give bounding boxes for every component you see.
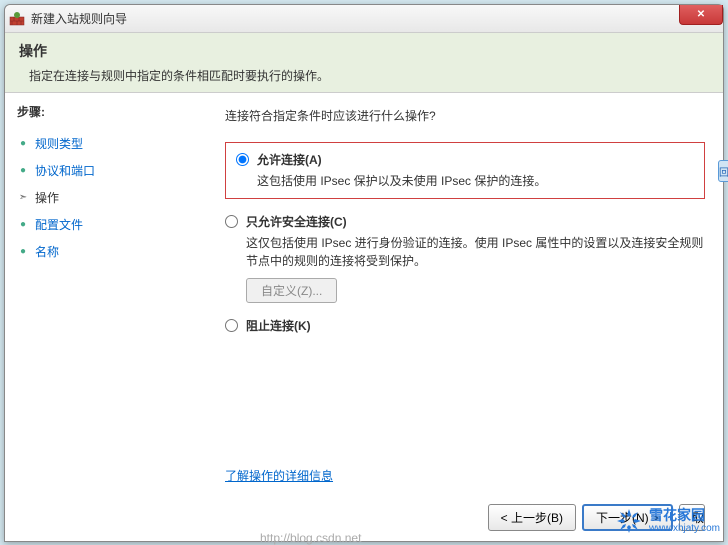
option-allow-secure-label[interactable]: 只允许安全连接(C) <box>246 213 347 230</box>
bullet-todo-icon: ● <box>17 219 29 231</box>
watermark: 雪花家园 www.xhjaty.com <box>615 507 720 535</box>
bullet-done-icon: ● <box>17 138 29 150</box>
steps-sidebar: 步骤: ● 规则类型 ● 协议和端口 ➣ 操作 ● 配置文件 ● 名称 <box>5 93 207 541</box>
edge-tab[interactable]: 回 <box>718 160 728 182</box>
header-panel: 操作 指定在连接与规则中指定的条件相匹配时要执行的操作。 <box>5 33 723 93</box>
watermark-url: www.xhjaty.com <box>649 523 720 534</box>
bullet-done-icon: ● <box>17 165 29 177</box>
step-label: 操作 <box>35 189 59 206</box>
radio-block[interactable] <box>225 319 238 332</box>
close-button[interactable] <box>679 5 723 25</box>
page-description: 指定在连接与规则中指定的条件相匹配时要执行的操作。 <box>19 67 709 84</box>
customize-button: 自定义(Z)... <box>246 278 337 303</box>
option-allow-label[interactable]: 允许连接(A) <box>257 151 322 168</box>
wizard-window: 新建入站规则向导 操作 指定在连接与规则中指定的条件相匹配时要执行的操作。 步骤… <box>4 4 724 542</box>
snowflake-icon <box>615 507 643 535</box>
option-block-label[interactable]: 阻止连接(K) <box>246 317 311 334</box>
page-title: 操作 <box>19 41 709 61</box>
firewall-icon <box>9 11 25 27</box>
option-allow-secure: 只允许安全连接(C) 这仅包括使用 IPsec 进行身份验证的连接。使用 IPs… <box>225 213 705 303</box>
step-protocol-port[interactable]: ● 协议和端口 <box>17 157 195 184</box>
radio-allow[interactable] <box>236 153 249 166</box>
body: 步骤: ● 规则类型 ● 协议和端口 ➣ 操作 ● 配置文件 ● 名称 <box>5 93 723 541</box>
step-name[interactable]: ● 名称 <box>17 238 195 265</box>
step-profile[interactable]: ● 配置文件 <box>17 211 195 238</box>
back-button[interactable]: < 上一步(B) <box>488 504 576 531</box>
step-rule-type[interactable]: ● 规则类型 <box>17 130 195 157</box>
step-label: 名称 <box>35 243 59 260</box>
option-allow-secure-desc: 这仅包括使用 IPsec 进行身份验证的连接。使用 IPsec 属性中的设置以及… <box>246 234 705 270</box>
main-panel: 连接符合指定条件时应该进行什么操作? 允许连接(A) 这包括使用 IPsec 保… <box>207 93 723 541</box>
watermark-faint-url: http://blog.csdn.net <box>260 531 361 545</box>
option-allow-desc: 这包括使用 IPsec 保护以及未使用 IPsec 保护的连接。 <box>257 172 694 190</box>
learn-more-link[interactable]: 了解操作的详细信息 <box>225 467 705 484</box>
window-title: 新建入站规则向导 <box>31 10 127 27</box>
bullet-todo-icon: ● <box>17 246 29 258</box>
step-label: 规则类型 <box>35 135 83 152</box>
step-label: 配置文件 <box>35 216 83 233</box>
question-text: 连接符合指定条件时应该进行什么操作? <box>225 107 705 124</box>
step-action[interactable]: ➣ 操作 <box>17 184 195 211</box>
bullet-current-icon: ➣ <box>17 192 29 204</box>
titlebar: 新建入站规则向导 <box>5 5 723 33</box>
steps-title: 步骤: <box>17 103 195 120</box>
step-label: 协议和端口 <box>35 162 95 179</box>
watermark-brand: 雪花家园 <box>649 508 720 523</box>
option-block: 阻止连接(K) <box>225 317 705 334</box>
radio-allow-secure[interactable] <box>225 215 238 228</box>
option-allow: 允许连接(A) 这包括使用 IPsec 保护以及未使用 IPsec 保护的连接。 <box>225 142 705 199</box>
